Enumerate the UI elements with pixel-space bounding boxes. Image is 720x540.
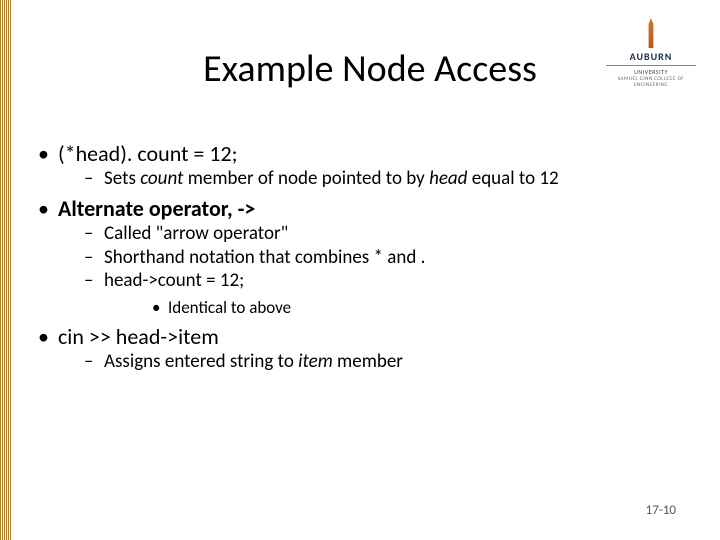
bullet-3-1-item: item: [298, 350, 333, 373]
bullet-3-1-a: Assigns entered string to: [104, 350, 298, 373]
bullet-1: (*head). count = 12; Sets count member o…: [30, 140, 690, 191]
bullet-1-1-b: member of node pointed to by: [183, 167, 429, 190]
bullet-2-text: Alternate operator, ->: [58, 195, 255, 222]
bullet-2-3-1: Identical to above: [104, 297, 690, 319]
bullet-1-text: (*head). count = 12;: [58, 140, 238, 167]
bullet-3-1-b: member: [333, 350, 403, 373]
bullet-2-3-text: head->count = 12;: [104, 269, 244, 292]
bullet-2-3: head->count = 12; Identical to above: [58, 269, 690, 319]
bullet-3: cin >> head->item Assigns entered string…: [30, 323, 690, 374]
bullet-1-1-a: Sets: [104, 167, 140, 190]
bullet-1-1-head: head: [429, 167, 467, 190]
slide-number: 17-10: [646, 503, 676, 518]
slide-title: Example Node Access: [0, 46, 720, 92]
bullet-2-1: Called "arrow operator": [58, 222, 690, 246]
bullet-3-text: cin >> head->item: [58, 323, 219, 350]
tower-icon: [643, 18, 659, 48]
bullet-1-1-count: count: [140, 167, 183, 190]
bullet-2-2: Shorthand notation that combines * and .: [58, 246, 690, 270]
bullet-1-1-c: equal to 12: [467, 167, 558, 190]
bullet-1-1: Sets count member of node pointed to by …: [58, 167, 690, 191]
bullet-2: Alternate operator, -> Called "arrow ope…: [30, 195, 690, 319]
slide-content: (*head). count = 12; Sets count member o…: [30, 140, 690, 378]
bullet-3-1: Assigns entered string to item member: [58, 350, 690, 374]
